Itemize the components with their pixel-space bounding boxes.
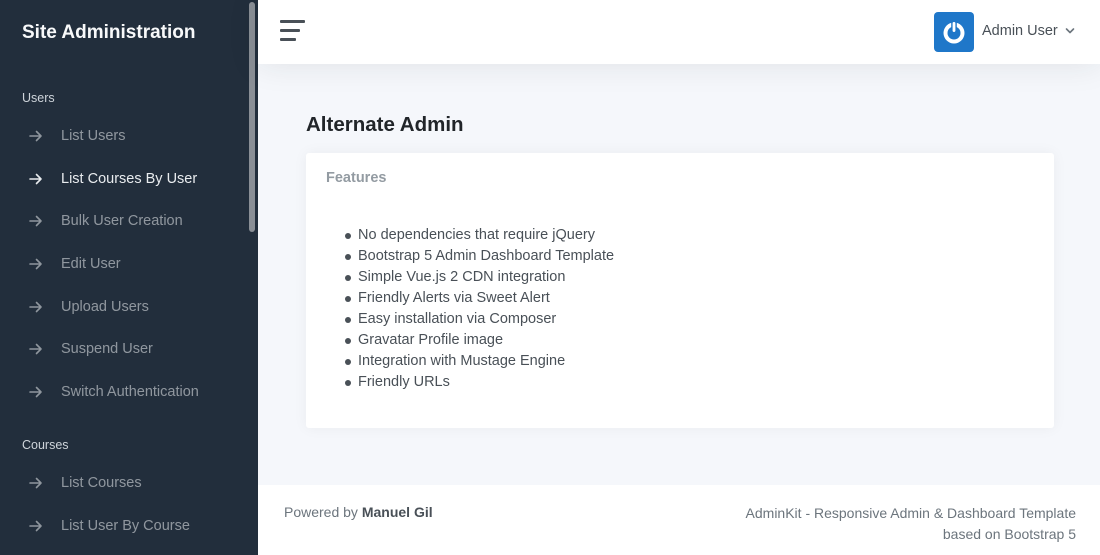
arrow-right-icon bbox=[28, 128, 44, 144]
footer-template-info: AdminKit - Responsive Admin & Dashboard … bbox=[746, 503, 1076, 545]
list-item: No dependencies that require jQuery bbox=[344, 225, 614, 246]
topbar: Admin User bbox=[258, 0, 1100, 64]
sidebar-item-label: List Users bbox=[61, 128, 126, 144]
list-item: Easy installation via Composer bbox=[344, 309, 614, 330]
list-item: Bootstrap 5 Admin Dashboard Template bbox=[344, 246, 614, 267]
sidebar-item-list-user-by-course[interactable]: List User By Course bbox=[0, 508, 248, 544]
sidebar-item-bulk-user-creation[interactable]: Bulk User Creation bbox=[0, 203, 248, 239]
page-title: Alternate Admin bbox=[306, 113, 464, 136]
sidebar-item-label: List Courses By User bbox=[61, 171, 198, 187]
sidebar-item-switch-authentication[interactable]: Switch Authentication bbox=[0, 374, 248, 410]
list-item: Friendly Alerts via Sweet Alert bbox=[344, 288, 614, 309]
arrow-right-icon bbox=[28, 384, 44, 400]
sidebar-item-label: Edit User bbox=[61, 256, 121, 272]
sidebar-section-header-users: Users bbox=[22, 91, 55, 105]
footer-author-link[interactable]: Manuel Gil bbox=[362, 504, 433, 520]
sidebar-brand[interactable]: Site Administration bbox=[22, 22, 195, 44]
footer-credit: Powered by Manuel Gil bbox=[284, 504, 433, 520]
arrow-right-icon bbox=[28, 171, 44, 187]
list-item: Friendly URLs bbox=[344, 372, 614, 393]
sidebar-scrollbar[interactable] bbox=[249, 2, 255, 232]
arrow-right-icon bbox=[28, 213, 44, 229]
sidebar-item-suspend-user[interactable]: Suspend User bbox=[0, 331, 248, 367]
list-item: Integration with Mustage Engine bbox=[344, 351, 614, 372]
footer-powered-by: Powered by bbox=[284, 504, 358, 520]
sidebar-item-list-users[interactable]: List Users bbox=[0, 118, 248, 154]
arrow-right-icon bbox=[28, 299, 44, 315]
list-item: Gravatar Profile image bbox=[344, 330, 614, 351]
sidebar: Site Administration Users List Users Lis… bbox=[0, 0, 258, 555]
list-item: Simple Vue.js 2 CDN integration bbox=[344, 267, 614, 288]
footer: Powered by Manuel Gil AdminKit - Respons… bbox=[258, 485, 1100, 555]
features-card: Features No dependencies that require jQ… bbox=[306, 153, 1054, 428]
power-icon bbox=[943, 20, 965, 44]
sidebar-item-list-courses[interactable]: List Courses bbox=[0, 465, 248, 501]
avatar[interactable] bbox=[934, 12, 974, 52]
chevron-down-icon[interactable] bbox=[1065, 27, 1075, 35]
sidebar-item-label: Bulk User Creation bbox=[61, 213, 183, 229]
sidebar-item-edit-user[interactable]: Edit User bbox=[0, 246, 248, 282]
user-menu-toggle[interactable]: Admin User bbox=[982, 23, 1058, 39]
features-list: No dependencies that require jQuery Boot… bbox=[344, 225, 614, 393]
sidebar-item-label: Suspend User bbox=[61, 341, 153, 357]
footer-template-link[interactable]: AdminKit - Responsive Admin & Dashboard … bbox=[746, 503, 1076, 524]
sidebar-item-label: Upload Users bbox=[61, 299, 149, 315]
sidebar-item-label: Switch Authentication bbox=[61, 384, 199, 400]
card-title: Features bbox=[326, 170, 387, 186]
sidebar-item-label: List User By Course bbox=[61, 518, 190, 534]
sidebar-item-label: List Courses bbox=[61, 475, 142, 491]
hamburger-menu-icon[interactable] bbox=[280, 20, 305, 42]
arrow-right-icon bbox=[28, 475, 44, 491]
sidebar-item-list-courses-by-user[interactable]: List Courses By User bbox=[0, 161, 248, 197]
arrow-right-icon bbox=[28, 518, 44, 534]
footer-template-based-on: based on Bootstrap 5 bbox=[942, 526, 1076, 542]
sidebar-item-upload-users[interactable]: Upload Users bbox=[0, 289, 248, 325]
arrow-right-icon bbox=[28, 341, 44, 357]
arrow-right-icon bbox=[28, 256, 44, 272]
sidebar-section-header-courses: Courses bbox=[22, 438, 69, 452]
